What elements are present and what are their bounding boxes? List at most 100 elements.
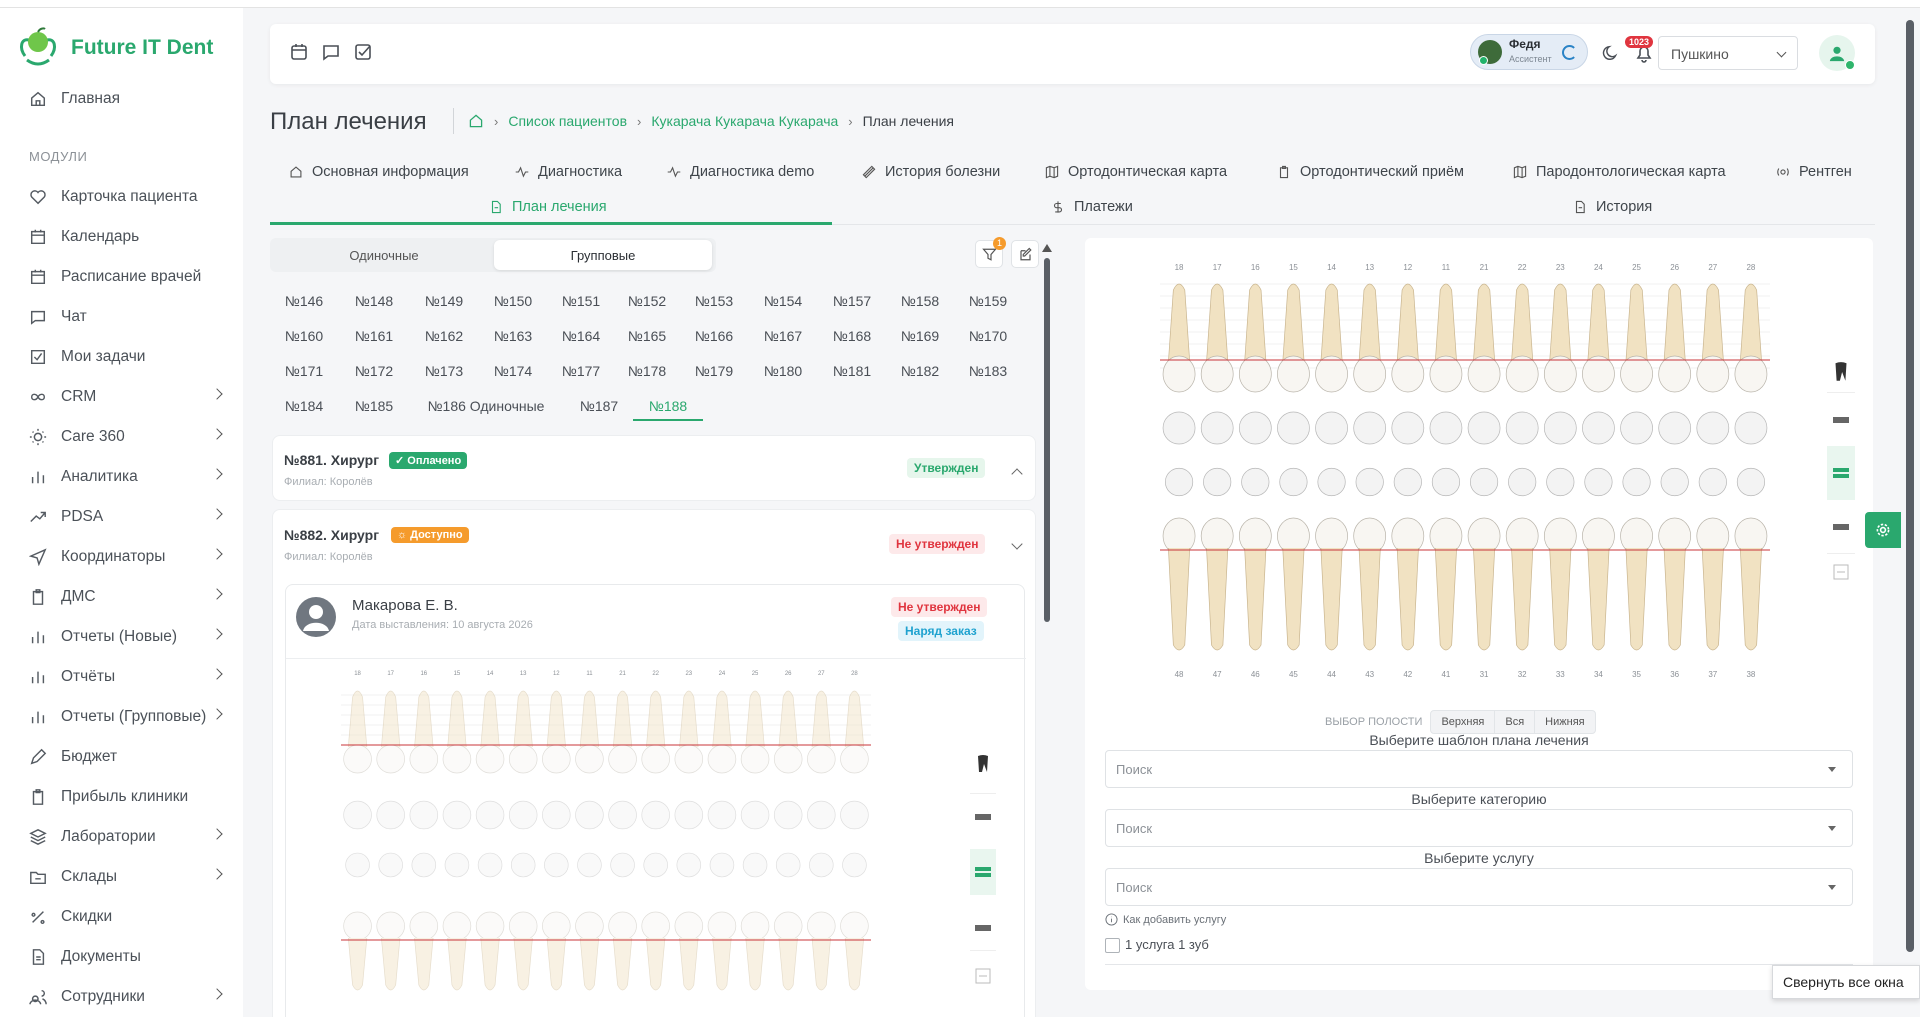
tooth-surface[interactable] bbox=[1164, 467, 1194, 497]
plan-number[interactable]: №153 bbox=[679, 293, 749, 309]
tooth-surface[interactable] bbox=[1393, 467, 1422, 497]
plan-number[interactable]: №167 bbox=[748, 328, 818, 344]
tooth[interactable] bbox=[1505, 517, 1539, 651]
plan-number[interactable]: №158 bbox=[885, 293, 955, 309]
tooth[interactable] bbox=[707, 690, 737, 774]
plan-number[interactable]: №150 bbox=[478, 293, 548, 309]
tooth[interactable] bbox=[1429, 517, 1463, 651]
home-icon[interactable] bbox=[468, 113, 484, 129]
tooth-surface[interactable] bbox=[1620, 411, 1653, 445]
sidebar-item[interactable]: Сотрудники bbox=[0, 979, 243, 1015]
tooth[interactable] bbox=[1277, 517, 1310, 651]
settings-button[interactable] bbox=[1865, 512, 1901, 548]
plan-number[interactable]: №171 bbox=[269, 363, 339, 379]
plan-number[interactable]: №186 Одиночные bbox=[416, 398, 556, 414]
tooth[interactable] bbox=[1429, 283, 1463, 393]
sidebar-item-home[interactable]: Главная bbox=[0, 81, 243, 117]
lab-order-badge[interactable]: Наряд заказ bbox=[898, 621, 984, 641]
moon-icon[interactable] bbox=[1602, 44, 1620, 62]
tab-item[interactable]: Ортодонтическая карта bbox=[1045, 164, 1227, 180]
tooth[interactable] bbox=[840, 690, 869, 774]
tab-item[interactable]: История bbox=[1573, 199, 1652, 215]
tooth[interactable] bbox=[773, 911, 803, 991]
tooth-surface[interactable] bbox=[1355, 467, 1384, 497]
tooth[interactable] bbox=[1582, 283, 1615, 393]
tooth-surface[interactable] bbox=[409, 800, 439, 830]
tooth[interactable] bbox=[674, 911, 704, 991]
tooth-surface[interactable] bbox=[1238, 411, 1272, 445]
tooth-surface[interactable] bbox=[742, 852, 768, 878]
tooth[interactable] bbox=[1734, 517, 1768, 651]
tab-item[interactable]: Основная информация bbox=[289, 164, 469, 180]
tooth[interactable] bbox=[674, 690, 704, 774]
plan-number[interactable]: №146 bbox=[269, 293, 339, 309]
tooth-surface[interactable] bbox=[345, 852, 370, 878]
tooth[interactable] bbox=[542, 690, 571, 774]
jaw-upper-option[interactable]: Верхняя bbox=[1431, 711, 1496, 733]
calendar-icon[interactable] bbox=[289, 42, 309, 62]
sidebar-item[interactable]: Чат bbox=[0, 299, 243, 335]
tooth[interactable] bbox=[475, 690, 505, 774]
plan-number[interactable]: №187 bbox=[564, 398, 634, 414]
plan-number[interactable]: №164 bbox=[546, 328, 616, 344]
lower-jaw-icon[interactable] bbox=[970, 905, 996, 951]
refresh-icon[interactable] bbox=[1562, 45, 1577, 60]
tooth[interactable] bbox=[1734, 283, 1768, 393]
plan-number[interactable]: №166 bbox=[679, 328, 749, 344]
sidebar-item[interactable]: Документы bbox=[0, 939, 243, 975]
dental-chart[interactable]: 18 17 16 15 14 13 12 11 21 22 23 24 25 26 27 28 48 47 46 45… bbox=[1145, 260, 1785, 690]
tooth-surface[interactable] bbox=[641, 800, 670, 830]
tooth-surface[interactable] bbox=[1429, 411, 1463, 445]
tooth[interactable] bbox=[542, 911, 571, 991]
tooth-surface[interactable] bbox=[842, 852, 867, 878]
tooth[interactable] bbox=[1162, 283, 1196, 393]
tooth-surface[interactable] bbox=[1543, 411, 1577, 445]
sidebar-item[interactable]: PDSA bbox=[0, 499, 243, 535]
tooth[interactable] bbox=[1467, 283, 1501, 393]
plan-number[interactable]: №184 bbox=[269, 398, 339, 414]
one-service-one-tooth-checkbox[interactable] bbox=[1105, 938, 1120, 953]
sidebar-item[interactable]: Прибыль клиники bbox=[0, 779, 243, 815]
tooth[interactable] bbox=[1353, 517, 1387, 651]
plan-number[interactable]: №163 bbox=[478, 328, 548, 344]
tooth[interactable] bbox=[1505, 283, 1539, 393]
tooth[interactable] bbox=[1238, 517, 1272, 651]
sidebar-item[interactable]: Скидки bbox=[0, 899, 243, 935]
tooth-surface[interactable] bbox=[343, 800, 372, 830]
tooth[interactable] bbox=[442, 911, 472, 991]
sidebar-item[interactable]: Бюджет bbox=[0, 739, 243, 775]
tab-item[interactable]: Пародонтологическая карта bbox=[1513, 164, 1726, 180]
plan-number[interactable]: №148 bbox=[339, 293, 409, 309]
tooth[interactable] bbox=[1696, 517, 1730, 651]
plan-number[interactable]: №182 bbox=[885, 363, 955, 379]
mini-dental-chart[interactable]: 18 17 16 15 14 13 12 11 21 22 23 24 25 26 27 28 bbox=[326, 665, 886, 1017]
tooth-surface[interactable] bbox=[1698, 467, 1727, 497]
tooth[interactable] bbox=[1162, 517, 1196, 651]
plan-number[interactable]: №160 bbox=[269, 328, 339, 344]
plan-number[interactable]: №188 bbox=[633, 398, 703, 414]
sidebar-item[interactable]: Календарь bbox=[0, 219, 243, 255]
tooth-surface[interactable] bbox=[1584, 467, 1613, 497]
plan-number[interactable]: №174 bbox=[478, 363, 548, 379]
tooth[interactable] bbox=[1238, 283, 1272, 393]
tooth[interactable] bbox=[1391, 517, 1425, 651]
tooth[interactable] bbox=[343, 911, 372, 991]
plan-number[interactable]: №170 bbox=[953, 328, 1023, 344]
left-scrollbar[interactable] bbox=[1044, 258, 1050, 622]
sidebar-item[interactable]: Лаборатории bbox=[0, 819, 243, 855]
sidebar-item[interactable]: Расписание врачей bbox=[0, 259, 243, 295]
tooth[interactable] bbox=[1353, 283, 1387, 393]
category-select[interactable]: Поиск bbox=[1105, 809, 1853, 847]
tooth-surface[interactable] bbox=[1622, 467, 1651, 497]
tooth-surface[interactable] bbox=[840, 800, 869, 830]
tooth[interactable] bbox=[409, 690, 439, 774]
plan-number[interactable]: №172 bbox=[339, 363, 409, 379]
tooth[interactable] bbox=[575, 690, 604, 774]
tooth-view-icon[interactable] bbox=[1827, 352, 1855, 392]
tooth-view-icon[interactable] bbox=[970, 745, 996, 783]
tooth[interactable] bbox=[807, 690, 836, 774]
tab-single[interactable]: Одиночные bbox=[274, 238, 494, 272]
tooth-surface[interactable] bbox=[444, 852, 470, 878]
tooth-surface[interactable] bbox=[807, 800, 836, 830]
jaw-lower-option[interactable]: Нижняя bbox=[1535, 711, 1594, 733]
